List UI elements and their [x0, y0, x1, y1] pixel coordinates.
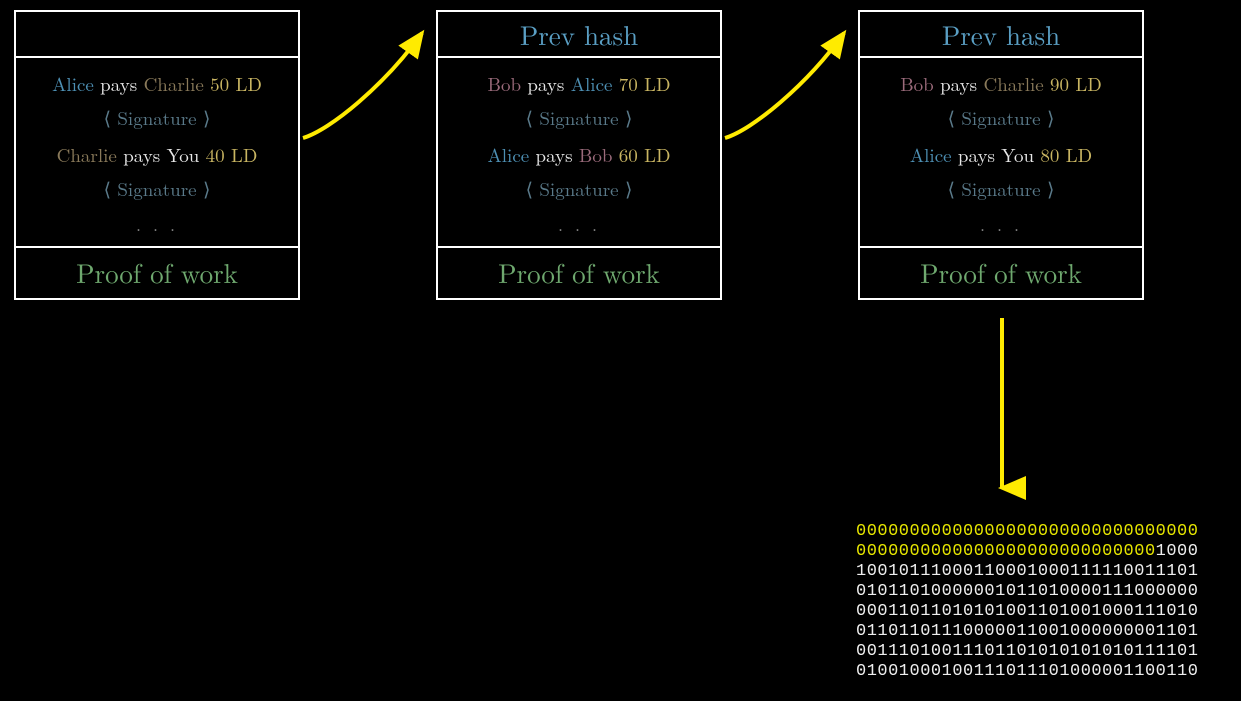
amount: 90 LD [1050, 70, 1102, 97]
payee: You [1001, 141, 1034, 168]
signature-label: ⟨ Signature ⟩ [446, 175, 712, 203]
proof-of-work-label: Proof of work [16, 248, 298, 298]
transaction-line: Alice pays You 80 LD [868, 141, 1134, 169]
ellipsis: . . . [868, 212, 1134, 238]
proof-of-work-label: Proof of work [438, 248, 720, 298]
arrow-block1-to-block2 [300, 10, 440, 150]
pays-word: pays [940, 70, 977, 97]
transaction-line: Alice pays Bob 60 LD [446, 141, 712, 169]
payer: Alice [52, 70, 94, 97]
payer: Alice [488, 141, 530, 168]
ellipsis: . . . [446, 212, 712, 238]
signature-label: ⟨ Signature ⟩ [446, 104, 712, 132]
arrow-block2-to-block3 [722, 10, 862, 150]
payer: Bob [488, 70, 522, 97]
signature-label: ⟨ Signature ⟩ [24, 175, 290, 203]
pays-word: pays [123, 141, 160, 168]
block-body: Alice pays Charlie 50 LD ⟨ Signature ⟩ C… [16, 58, 298, 248]
payee: Charlie [983, 70, 1043, 97]
block-1: Alice pays Charlie 50 LD ⟨ Signature ⟩ C… [14, 10, 300, 300]
pays-word: pays [100, 70, 137, 97]
payee: You [167, 141, 200, 168]
block-body: Bob pays Charlie 90 LD ⟨ Signature ⟩ Ali… [860, 58, 1142, 248]
amount: 80 LD [1040, 141, 1092, 168]
signature-label: ⟨ Signature ⟩ [868, 104, 1134, 132]
payee: Bob [579, 141, 613, 168]
pays-word: pays [527, 70, 564, 97]
amount: 60 LD [619, 141, 671, 168]
transaction-line: Alice pays Charlie 50 LD [24, 70, 290, 98]
amount: 40 LD [206, 141, 258, 168]
payer: Bob [900, 70, 934, 97]
hash-output: 00000000000000000000000000000000 0000000… [856, 522, 1198, 682]
block-2: Prev hash Bob pays Alice 70 LD ⟨ Signatu… [436, 10, 722, 300]
pays-word: pays [958, 141, 995, 168]
hash-leading-zeros: 00000000000000000000000000000000 0000000… [856, 522, 1198, 561]
payee: Alice [571, 70, 613, 97]
hash-remainder: 1000 10010111000110001000111110011101 01… [856, 542, 1198, 681]
proof-of-work-label: Proof of work [860, 248, 1142, 298]
payee: Charlie [144, 70, 204, 97]
arrow-block3-to-hash [990, 318, 1020, 508]
transaction-line: Bob pays Charlie 90 LD [868, 70, 1134, 98]
amount: 70 LD [619, 70, 671, 97]
transaction-line: Charlie pays You 40 LD [24, 141, 290, 169]
payer: Alice [910, 141, 952, 168]
block-header [16, 12, 298, 58]
ellipsis: . . . [24, 212, 290, 238]
block-3: Prev hash Bob pays Charlie 90 LD ⟨ Signa… [858, 10, 1144, 300]
signature-label: ⟨ Signature ⟩ [24, 104, 290, 132]
signature-label: ⟨ Signature ⟩ [868, 175, 1134, 203]
payer: Charlie [57, 141, 117, 168]
pays-word: pays [536, 141, 573, 168]
block-body: Bob pays Alice 70 LD ⟨ Signature ⟩ Alice… [438, 58, 720, 248]
block-header: Prev hash [860, 12, 1142, 58]
amount: 50 LD [210, 70, 262, 97]
block-header: Prev hash [438, 12, 720, 58]
transaction-line: Bob pays Alice 70 LD [446, 70, 712, 98]
